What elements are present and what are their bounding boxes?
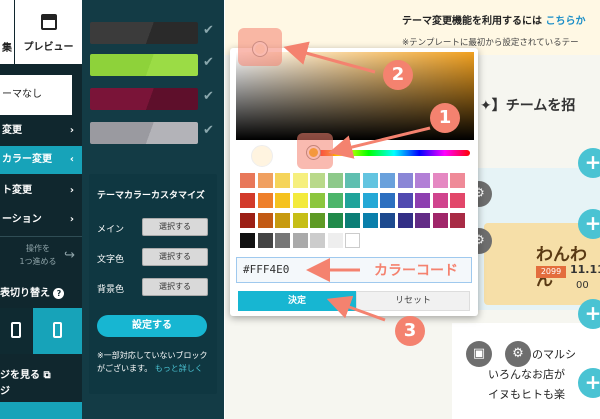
sidebar-item-3[interactable]: ーション ›: [0, 206, 82, 234]
redo-button[interactable]: 操作を 1つ進める: [8, 242, 68, 268]
sidebar-item-label: 変更: [2, 125, 22, 136]
customize-title: テーマカラーカスタマイズ: [97, 191, 205, 201]
external-link-icon: ⧉: [43, 370, 51, 381]
compat-note: ※一部対応していないブロックがございます。 もっと詳しく: [97, 349, 215, 375]
sidebar-item-2[interactable]: ト変更 ›: [0, 177, 82, 205]
preview-tab[interactable]: プレビュー: [15, 0, 82, 64]
chevron-right-icon: ›: [69, 185, 74, 196]
theme-select-value: ーマなし: [2, 89, 42, 100]
chevron-right-icon: ›: [69, 125, 74, 136]
callout-3: 3: [395, 316, 425, 346]
check-icon: ✔: [203, 23, 214, 38]
tablet-icon: [11, 322, 21, 338]
redo-label-2: 1つ進める: [19, 257, 57, 266]
desktop-view-button[interactable]: [0, 308, 32, 354]
preview-icon: [40, 14, 57, 30]
check-icon: ✔: [203, 55, 214, 70]
more-details-link[interactable]: もっと詳しく: [155, 364, 203, 373]
edit-tab-label: 集: [2, 43, 12, 54]
sidebar-item-0[interactable]: 変更 ›: [0, 117, 82, 145]
preview-label: プレビュー: [23, 42, 74, 53]
text-color-label: 文字色: [97, 255, 125, 265]
view-switch-label: 表切り替え ?: [0, 284, 82, 299]
redo-icon: ↪: [64, 248, 75, 263]
sidebar-bottom-bar: [0, 402, 82, 419]
sidebar-item-label: カラー変更: [2, 154, 52, 165]
phone-icon: [53, 322, 62, 338]
bg-color-label: 背景色: [97, 285, 125, 295]
text-color-select-button[interactable]: 選択する: [142, 248, 208, 266]
sidebar-item-color-change[interactable]: カラー変更 ‹: [0, 146, 82, 174]
callout-1: 1: [430, 103, 460, 133]
theme-swatch-3[interactable]: [90, 88, 198, 110]
theme-swatch-4[interactable]: [90, 122, 198, 144]
view-page-link[interactable]: ジを見る ⧉: [0, 366, 82, 381]
sidebar-item-label: ーション: [2, 214, 42, 225]
theme-select[interactable]: ーマなし: [0, 75, 72, 115]
check-icon: ✔: [203, 123, 214, 138]
annotation-arrows: [283, 41, 431, 322]
theme-swatch-2[interactable]: [90, 54, 198, 76]
bg-color-select-button[interactable]: 選択する: [142, 278, 208, 296]
view-page-label-2: ジ: [0, 386, 10, 397]
callout-2: 2: [383, 60, 413, 90]
color-code-label: カラーコード: [374, 263, 458, 279]
edit-tab[interactable]: 集: [0, 0, 14, 64]
divider: [0, 236, 82, 237]
chevron-left-icon: ‹: [69, 154, 74, 165]
main-color-label: メイン: [97, 225, 125, 235]
redo-label-1: 操作を: [26, 244, 50, 253]
help-icon: ?: [53, 288, 65, 299]
apply-button[interactable]: 設定する: [97, 315, 207, 337]
check-icon: ✔: [203, 89, 214, 104]
sidebar-item-label: ト変更: [2, 185, 32, 196]
main-color-select-button[interactable]: 選択する: [142, 218, 208, 236]
chevron-right-icon: ›: [69, 214, 74, 225]
theme-swatch-1[interactable]: [90, 22, 198, 44]
mobile-view-button[interactable]: [33, 308, 82, 354]
sidebar: 集 プレビュー ーマなし 変更 › カラー変更 ‹ ト変更 › ーション › 操作を 1…: [0, 0, 82, 419]
